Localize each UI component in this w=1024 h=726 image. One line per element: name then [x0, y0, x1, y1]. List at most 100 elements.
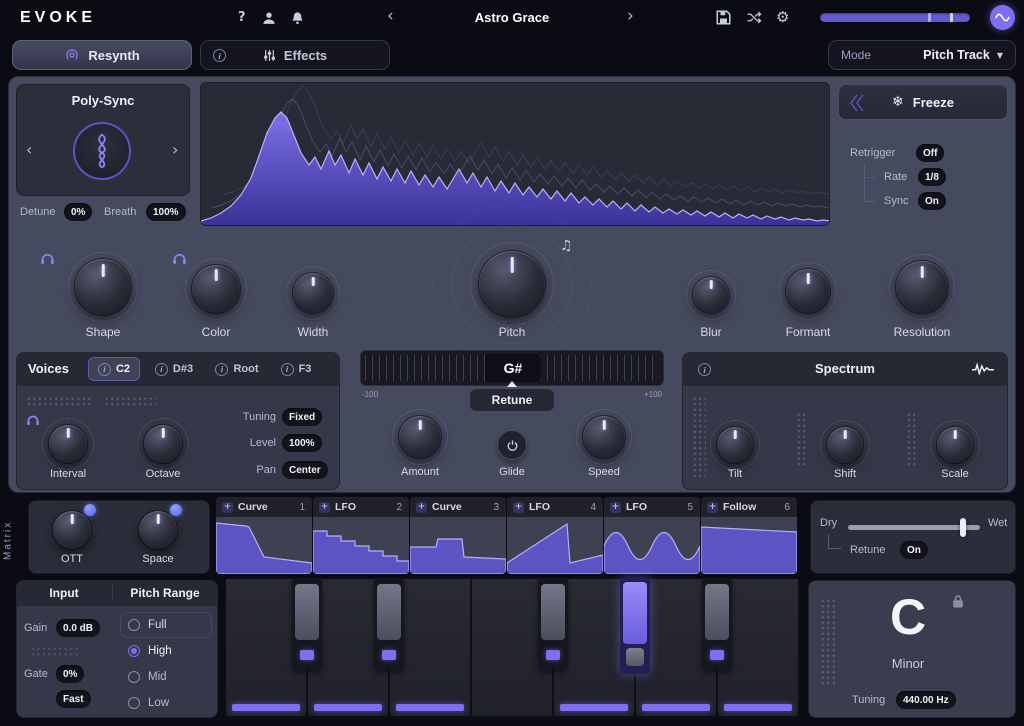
resolution-knob[interactable] — [896, 261, 948, 313]
range-radio-low[interactable] — [128, 697, 140, 709]
freeze-button[interactable]: ❄ Freeze — [838, 84, 1008, 120]
sine-mode-button[interactable] — [990, 5, 1015, 30]
drywet-slider-handle[interactable] — [960, 518, 966, 537]
width-knob[interactable] — [293, 273, 333, 313]
master-slider[interactable] — [820, 13, 970, 22]
glide-power-button[interactable] — [497, 430, 527, 460]
voice-tab-dsharp3[interactable]: i D#3 — [146, 357, 202, 381]
shape-knob[interactable] — [75, 259, 131, 315]
black-key-dsharp[interactable] — [374, 578, 404, 670]
amount-knob[interactable] — [399, 416, 441, 458]
mode-dropdown[interactable]: Mode Pitch Track ▼ — [828, 40, 1016, 70]
retune-tab[interactable]: Retune — [470, 389, 554, 411]
mod-add-icon[interactable]: + — [610, 502, 621, 513]
voice-tab-f3[interactable]: i F3 — [272, 357, 320, 381]
mod-curve-display[interactable] — [701, 517, 797, 574]
blur-knob[interactable] — [693, 277, 729, 313]
color-knob[interactable] — [192, 265, 240, 313]
effects-tab[interactable]: i Effects — [200, 40, 390, 70]
mod-slot-1[interactable]: +Curve1 — [216, 497, 312, 574]
mod-add-icon[interactable]: + — [416, 502, 427, 513]
sync-value[interactable]: On — [918, 192, 946, 210]
range-radio-high[interactable] — [128, 645, 140, 657]
gain-value[interactable]: 0.0 dB — [56, 619, 100, 637]
mod-slot-3[interactable]: +Curve3 — [410, 497, 506, 574]
master-slider-handle[interactable] — [950, 13, 953, 22]
help-button[interactable]: ? — [238, 10, 246, 25]
mod-curve-display[interactable] — [410, 517, 506, 574]
settings-gear-icon[interactable]: ⚙ — [776, 8, 789, 26]
user-icon[interactable] — [262, 11, 276, 30]
mod-curve-display[interactable] — [604, 517, 700, 574]
mod-indicator[interactable] — [84, 504, 96, 516]
waveform-icon[interactable] — [972, 362, 994, 375]
detune-value[interactable]: 0% — [64, 203, 92, 221]
speed-knob[interactable] — [583, 416, 625, 458]
mod-slot-5[interactable]: +LFO5 — [604, 497, 700, 574]
poly-sync-next-arrow[interactable]: › — [172, 140, 178, 159]
effects-info-icon[interactable]: i — [213, 49, 226, 62]
ott-knob[interactable] — [53, 511, 91, 549]
resynth-tab[interactable]: Resynth — [12, 40, 192, 70]
poly-sync-prev-arrow[interactable]: ‹ — [26, 140, 32, 159]
breath-value[interactable]: 100% — [146, 203, 186, 221]
range-label-full[interactable]: Full — [148, 619, 167, 631]
mod-add-icon[interactable]: + — [513, 502, 524, 513]
rate-value[interactable]: 1/8 — [918, 168, 946, 186]
headphone-icon[interactable] — [172, 252, 187, 265]
mod-slot-2[interactable]: +LFO2 — [313, 497, 409, 574]
range-radio-mid[interactable] — [128, 671, 140, 683]
mod-add-icon[interactable]: + — [319, 502, 330, 513]
space-knob[interactable] — [139, 511, 177, 549]
root-key-value[interactable]: C — [848, 588, 968, 646]
mod-slot-6[interactable]: +Follow6 — [701, 497, 797, 574]
matrix-retune-value[interactable]: On — [900, 541, 928, 559]
mod-add-icon[interactable]: + — [222, 502, 233, 513]
retrigger-value[interactable]: Off — [916, 144, 944, 162]
gate-value[interactable]: 0% — [56, 665, 84, 683]
black-key-asharp[interactable] — [702, 578, 732, 670]
voice-tab-root[interactable]: i Root — [208, 357, 266, 381]
range-label-mid[interactable]: Mid — [148, 671, 167, 683]
mod-curve-display[interactable] — [313, 517, 409, 574]
gate-speed-toggle[interactable]: Fast — [56, 690, 91, 708]
preset-name[interactable]: Astro Grace — [432, 10, 592, 25]
headphone-icon[interactable] — [26, 414, 40, 426]
pan-param-value[interactable]: Center — [282, 461, 328, 479]
voice-info-icon[interactable]: i — [281, 363, 294, 376]
poly-sync-selector[interactable] — [73, 122, 131, 180]
pitch-knob[interactable] — [479, 251, 545, 317]
formant-knob[interactable] — [786, 269, 830, 313]
mod-slot-4[interactable]: +LFO4 — [507, 497, 603, 574]
octave-knob[interactable] — [144, 425, 182, 463]
voice-info-icon[interactable]: i — [155, 363, 168, 376]
save-icon[interactable] — [716, 10, 731, 30]
range-label-low[interactable]: Low — [148, 697, 169, 709]
randomize-icon[interactable] — [746, 11, 762, 29]
mod-curve-display[interactable] — [507, 517, 603, 574]
next-preset-button[interactable]: › — [627, 6, 634, 26]
range-radio-full[interactable] — [128, 619, 140, 631]
voice-info-icon[interactable]: i — [98, 363, 111, 376]
interval-knob[interactable] — [49, 425, 87, 463]
tuning-param-value[interactable]: Fixed — [282, 408, 322, 426]
black-key-csharp[interactable] — [292, 578, 322, 670]
mod-add-icon[interactable]: + — [707, 502, 718, 513]
prev-preset-button[interactable]: ‹ — [387, 6, 394, 26]
scale-knob[interactable] — [937, 427, 973, 463]
shift-knob[interactable] — [827, 427, 863, 463]
level-param-value[interactable]: 100% — [282, 434, 322, 452]
range-label-high[interactable]: High — [148, 645, 172, 657]
black-key-gsharp-active[interactable] — [620, 578, 650, 674]
mod-indicator[interactable] — [170, 504, 182, 516]
voice-info-icon[interactable]: i — [215, 363, 228, 376]
voice-tab-c2[interactable]: i C2 — [88, 357, 140, 381]
black-key-fsharp[interactable] — [538, 578, 568, 670]
headphone-icon[interactable] — [40, 252, 55, 265]
tilt-knob[interactable] — [717, 427, 753, 463]
bell-icon[interactable] — [291, 11, 304, 30]
mod-curve-display[interactable] — [216, 517, 312, 574]
drywet-slider[interactable] — [848, 525, 980, 530]
scale-value[interactable]: Minor — [848, 656, 968, 671]
tuning-value[interactable]: 440.00 Hz — [896, 691, 956, 709]
